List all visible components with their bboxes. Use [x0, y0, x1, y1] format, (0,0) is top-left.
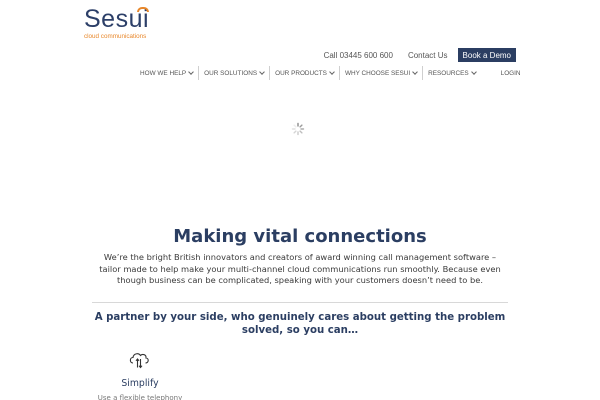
nav-resources[interactable]: RESOURCES — [423, 66, 480, 80]
chevron-down-icon — [259, 69, 265, 75]
partner-heading: A partner by your side, who genuinely ca… — [94, 312, 506, 336]
book-demo-button[interactable]: Book a Demo — [457, 48, 516, 62]
nav-item-label: OUR PRODUCTS — [275, 69, 327, 77]
nav-why-choose-sesui[interactable]: WHY CHOOSE SESUI — [340, 66, 422, 80]
contact-us-link[interactable]: Contact Us — [408, 51, 448, 60]
cloud-icon — [129, 353, 149, 369]
nav-item-label: LOGIN — [500, 69, 521, 77]
utility-bar: Call 03445 600 600 Contact Us Book a Dem… — [324, 48, 516, 62]
nav-item-label: HOW WE HELP — [140, 69, 187, 77]
chevron-down-icon — [329, 69, 335, 75]
main-navigation: HOW WE HELP OUR SOLUTIONS OUR PRODUCTS W… — [135, 66, 526, 80]
feature-simplify-description: Use a flexible telephony — [97, 394, 183, 400]
chevron-down-icon — [470, 69, 477, 75]
nav-item-label: RESOURCES — [428, 69, 469, 77]
login-link[interactable]: LOGIN — [481, 66, 526, 80]
loading-spinner-icon — [291, 122, 305, 136]
logo-tagline: cloud communications — [84, 33, 147, 40]
sesui-logo[interactable]: Sesui cloud communications — [84, 6, 154, 40]
nav-our-solutions[interactable]: OUR SOLUTIONS — [199, 66, 269, 80]
nav-item-label: OUR SOLUTIONS — [204, 69, 258, 77]
phone-link[interactable]: Call 03445 600 600 — [324, 51, 393, 60]
nav-how-we-help[interactable]: HOW WE HELP — [135, 66, 198, 80]
nav-item-label: WHY CHOOSE SESUI — [344, 69, 411, 77]
hero-description: We’re the bright British innovators and … — [99, 252, 501, 285]
hero-title: Making vital connections — [173, 226, 427, 247]
section-divider — [92, 302, 508, 303]
chevron-down-icon — [188, 69, 195, 75]
logo-accent-arc — [137, 7, 149, 12]
chevron-down-icon — [412, 69, 419, 75]
feature-simplify-label: Simplify — [121, 378, 159, 389]
nav-our-products[interactable]: OUR PRODUCTS — [270, 66, 339, 80]
